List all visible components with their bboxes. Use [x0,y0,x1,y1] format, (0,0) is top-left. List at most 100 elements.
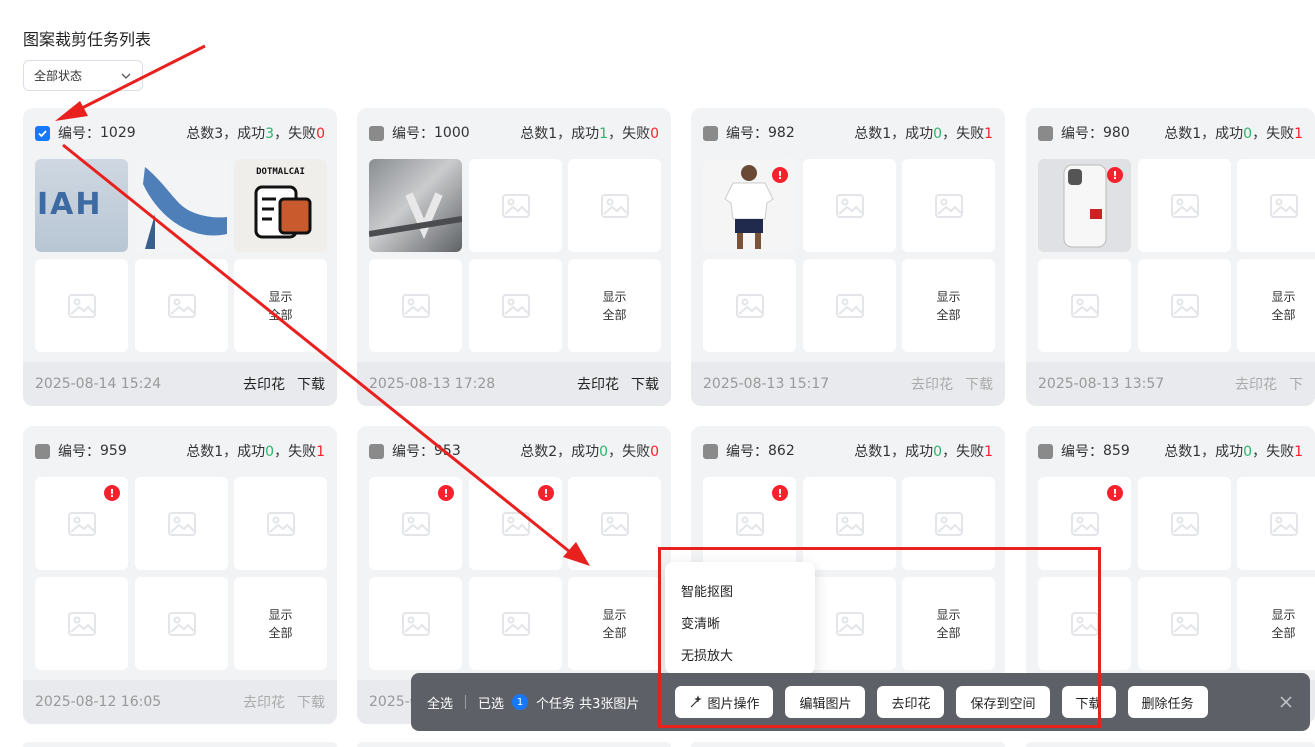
card-header: 编号： 1000 总数1，成功1，失败0 [369,124,659,142]
task-card[interactable]: 编号： 959 总数1，成功0，失败1! 显示 全部 2025-08-12 16:05 去印… [23,426,337,724]
task-checkbox[interactable] [369,125,384,141]
fail-count: 1 [316,444,325,460]
task-date: 2025-08-13 15:17 [703,376,830,392]
download-link[interactable]: 下载 [297,692,325,712]
card-header: 编号： 859 总数1，成功0，失败1 [1038,442,1303,460]
show-all-button[interactable]: 显示 全部 [1237,577,1315,670]
image-cell[interactable] [1237,477,1315,570]
show-all-button[interactable]: 显示 全部 [234,577,327,670]
remove-print-link[interactable]: 去印花 [1235,374,1277,394]
status-filter-select[interactable]: 全部状态 [23,60,143,91]
task-number-prefix: 编号： [58,126,100,142]
image-cell[interactable] [135,259,228,352]
image-cell[interactable] [469,159,562,252]
image-cell[interactable]: DOTMALCAI [234,159,327,252]
image-cell[interactable]: ! [35,477,128,570]
task-checkbox[interactable] [35,443,50,459]
image-cell[interactable] [369,577,462,670]
image-cell[interactable] [803,259,896,352]
image-cell[interactable] [703,259,796,352]
thumbnail-image: DOTMALCAI [234,159,327,252]
fail-count: 1 [1294,444,1303,460]
selected-count-badge: 1 [512,694,529,710]
image-cell[interactable]: ! [703,159,796,252]
task-number: 1000 [434,125,470,141]
select-all-button[interactable]: 全选 [427,693,453,712]
show-all-button[interactable]: 显示 全部 [568,259,661,352]
image-cell[interactable] [135,477,228,570]
task-stats: 总数1，成功0，失败1 [1164,123,1303,143]
task-checkbox[interactable] [35,125,50,141]
image-grid: !! 显示 全部 [369,477,661,671]
show-all-button[interactable]: 显示 全部 [568,577,661,670]
show-all-line1: 显示 [268,289,293,304]
image-cell[interactable] [369,259,462,352]
download-link[interactable]: 下载 [631,374,659,394]
remove-print-link[interactable]: 去印花 [577,374,619,394]
task-checkbox[interactable] [703,125,718,141]
remove-print-link[interactable]: 去印花 [243,692,285,712]
remove-print-link[interactable]: 去印花 [243,374,285,394]
image-cell[interactable] [469,577,562,670]
image-cell[interactable] [369,159,462,252]
task-number: 953 [434,443,461,459]
image-cell[interactable] [1138,159,1231,252]
next-row-card-edge [1026,742,1315,747]
image-cell[interactable] [902,159,995,252]
remove-print-link[interactable]: 去印花 [911,374,953,394]
task-number-prefix: 编号： [1061,444,1103,460]
show-all-button[interactable]: 显示 全部 [234,259,327,352]
show-all-line1: 显示 [602,289,627,304]
task-card[interactable]: 编号： 980 总数1，成功0，失败1! 显示 全部 2025-08-13 13:57 去印… [1026,108,1315,406]
task-checkbox[interactable] [1038,443,1053,459]
image-cell[interactable] [469,259,562,352]
task-number-prefix: 编号： [392,444,434,460]
total-count: 总数2，成功 [520,444,600,460]
image-cell[interactable] [803,159,896,252]
image-cell[interactable] [1038,259,1131,352]
success-count: 0 [1243,444,1253,460]
image-cell[interactable] [1138,259,1231,352]
task-number-prefix: 编号： [726,126,768,142]
image-grid: ! 显示 全部 [35,477,327,671]
error-icon: ! [104,485,120,501]
image-cell[interactable] [1138,577,1231,670]
annotation-highlight-box [658,547,1101,728]
image-cell[interactable]: ! [1038,159,1131,252]
task-card[interactable]: 编号： 982 总数1，成功0，失败1! 显示 全部 2025-08-13 15:17 去印… [691,108,1005,406]
image-cell[interactable] [35,259,128,352]
task-stats: 总数2，成功0，失败0 [520,441,659,461]
image-cell[interactable]: ! [469,477,562,570]
error-icon: ! [438,485,454,501]
show-all-button[interactable]: 显示 全部 [902,259,995,352]
thumbnail-text: IAH [37,187,103,222]
download-link[interactable]: 下载 [965,374,993,394]
delete-task-button[interactable]: 删除任务 [1127,686,1208,718]
divider [465,695,467,709]
fail-count: 1 [984,444,993,460]
task-checkbox[interactable] [1038,125,1053,141]
image-cell[interactable] [135,577,228,670]
next-row-card-edge [23,742,337,747]
image-cell[interactable] [568,477,661,570]
error-icon: ! [772,485,788,501]
task-stats: 总数1，成功0，失败1 [854,441,993,461]
image-cell[interactable] [1237,159,1315,252]
download-link[interactable]: 下载 [297,374,325,394]
show-all-button[interactable]: 显示 全部 [1237,259,1315,352]
error-icon: ! [772,167,788,183]
image-cell[interactable] [35,577,128,670]
image-cell[interactable]: ! [369,477,462,570]
image-cell[interactable] [135,159,228,252]
task-card[interactable]: 编号： 1000 总数1，成功1，失败0 显示 全部 2025-08-13 17:28 去印… [357,108,671,406]
image-cell[interactable] [1138,477,1231,570]
task-checkbox[interactable] [703,443,718,459]
image-cell[interactable] [568,159,661,252]
download-link[interactable]: 下 [1289,374,1303,394]
task-checkbox[interactable] [369,443,384,459]
image-cell[interactable]: IAH [35,159,128,252]
close-icon[interactable] [1278,694,1294,710]
image-cell[interactable] [234,477,327,570]
card-footer: 2025-08-13 17:28 去印花 下载 [357,362,671,406]
task-card[interactable]: 编号： 1029 总数3，成功3，失败0 IAH DOTMALCAI 显示 全部 2025-0… [23,108,337,406]
